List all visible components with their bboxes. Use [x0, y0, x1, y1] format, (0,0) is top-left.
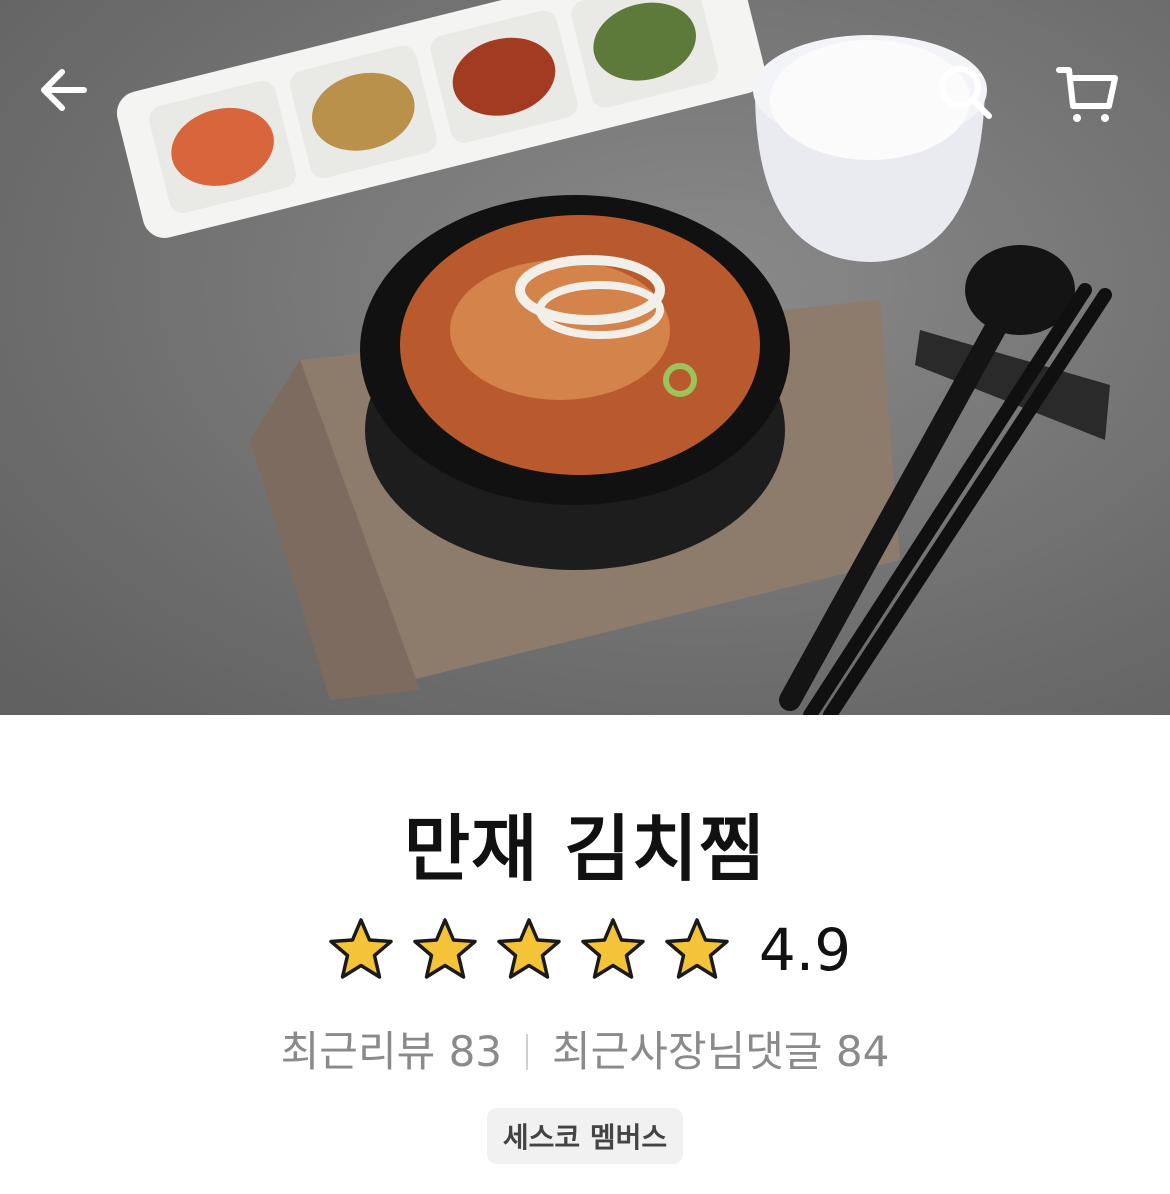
- cart-button[interactable]: [1055, 62, 1135, 142]
- divider: [526, 1034, 529, 1070]
- review-stats: 최근리뷰 83 최근사장님댓글 84: [0, 1018, 1170, 1079]
- star-icon: [665, 918, 729, 979]
- star-icon: [329, 918, 393, 979]
- back-button[interactable]: [36, 62, 116, 142]
- star-icon: [413, 918, 477, 979]
- rating-row: 4.9: [0, 905, 1170, 995]
- cart-icon: [1056, 67, 1118, 122]
- menu-photo: [0, 0, 1170, 715]
- rating-value: 4.9: [758, 916, 852, 984]
- arrow-left-icon: [41, 69, 87, 111]
- cesco-members-badge: 세스코 멤버스: [487, 1108, 683, 1164]
- star-icon: [497, 918, 561, 979]
- star-icon: [581, 918, 645, 979]
- owner-replies-link[interactable]: 최근사장님댓글 84: [552, 1027, 889, 1076]
- search-button[interactable]: [935, 62, 1015, 142]
- menu-title: 만재 김치찜: [403, 807, 767, 891]
- search-icon: [939, 66, 992, 119]
- recent-reviews-link[interactable]: 최근리뷰 83: [281, 1027, 502, 1076]
